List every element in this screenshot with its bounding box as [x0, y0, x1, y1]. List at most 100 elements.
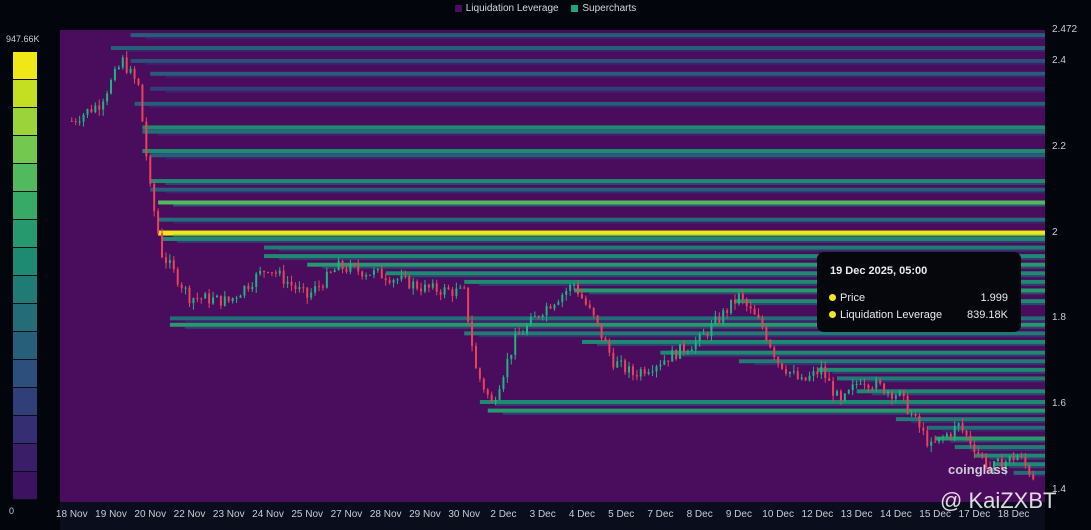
- x-tick-label: 29 Nov: [409, 509, 441, 520]
- candle-body: [537, 316, 540, 318]
- candle-body: [90, 109, 93, 113]
- candle-body: [78, 121, 81, 123]
- tooltip-row-leverage: Liquidation Leverage 839.18K: [829, 309, 1008, 321]
- heatmap-band: [675, 354, 1045, 357]
- candle-body: [306, 287, 309, 298]
- candle-body: [278, 270, 281, 274]
- candle-body: [879, 380, 882, 384]
- heatmap-band: [1008, 466, 1045, 469]
- candle-body: [125, 57, 128, 73]
- candle-body: [608, 341, 611, 353]
- candle-body: [1016, 455, 1019, 461]
- candle-body: [153, 183, 156, 212]
- candle-body: [973, 444, 976, 453]
- candle-body: [996, 458, 999, 462]
- candle-body: [592, 307, 595, 316]
- candle-body: [451, 289, 454, 296]
- heatmap-band: [158, 217, 1046, 222]
- candle-body: [577, 284, 580, 295]
- candle-body: [620, 360, 623, 362]
- candle-body: [423, 284, 426, 292]
- candle-body: [580, 294, 583, 299]
- x-tick-label: 20 Nov: [134, 509, 167, 520]
- heatmap-band: [150, 71, 1045, 76]
- candle-body: [965, 430, 968, 436]
- candle-body: [110, 80, 113, 94]
- heatmap-band: [753, 363, 1045, 366]
- candle-body: [404, 275, 407, 277]
- tooltip-label: Liquidation Leverage: [840, 309, 943, 321]
- heatmap-band: [145, 37, 1045, 40]
- candle-body: [710, 323, 713, 336]
- y-tick-label: 2.4: [1052, 54, 1066, 66]
- candle-body: [94, 105, 97, 113]
- tooltip-label: Price: [840, 292, 866, 304]
- candle-body: [847, 390, 850, 394]
- candle-body: [435, 283, 438, 292]
- candle-body: [274, 272, 277, 274]
- candle-body: [1020, 455, 1023, 458]
- candle-body: [718, 316, 721, 323]
- candle-body: [443, 287, 446, 295]
- heatmap-band: [157, 133, 1046, 136]
- candle-body: [726, 310, 729, 313]
- candle-body: [549, 306, 552, 309]
- candle-body: [565, 290, 568, 295]
- candle-body: [129, 68, 132, 73]
- candle-body: [239, 295, 242, 298]
- candle-body: [263, 270, 266, 273]
- candle-body: [137, 78, 140, 85]
- heatmap-band: [150, 86, 1045, 91]
- heatmap-band: [817, 367, 1045, 372]
- candle-body: [192, 298, 195, 304]
- candle-body: [121, 57, 124, 68]
- candle-body: [757, 314, 760, 319]
- candle-body: [478, 368, 481, 379]
- candle-body: [204, 293, 207, 299]
- candle-body: [416, 281, 419, 289]
- candle-body: [859, 383, 862, 385]
- candle-body: [255, 274, 258, 287]
- heatmap-band: [581, 339, 1045, 344]
- candle-body: [106, 93, 109, 102]
- candle-body: [337, 260, 340, 271]
- candle-body: [557, 301, 560, 305]
- candle-body: [522, 333, 525, 335]
- candle-body: [624, 360, 627, 373]
- candle-body: [977, 452, 980, 454]
- candle-body: [667, 360, 670, 362]
- candle-body: [816, 371, 819, 375]
- candle-body: [777, 356, 780, 364]
- heatmap-band: [837, 376, 1045, 381]
- candle-body: [934, 441, 937, 443]
- candle-body: [98, 105, 101, 110]
- heatmap-band: [927, 425, 1045, 430]
- candle-body: [922, 427, 925, 431]
- candle-body: [490, 394, 493, 403]
- candle-body: [1032, 474, 1035, 480]
- candle-body: [741, 293, 744, 300]
- candle-body: [282, 270, 285, 284]
- heatmap-band: [738, 359, 1045, 364]
- candle-body: [184, 287, 187, 289]
- candle-body: [200, 298, 203, 300]
- candle-body: [855, 383, 858, 385]
- candle-body: [887, 391, 890, 394]
- candle-body: [196, 298, 199, 300]
- candle-body: [820, 366, 823, 375]
- candle-body: [828, 378, 831, 381]
- heatmap-band: [1028, 474, 1045, 477]
- candle-body: [722, 310, 725, 323]
- candle-body: [773, 347, 776, 357]
- heatmap-band: [150, 153, 1045, 158]
- tooltip: 19 Dec 2025, 05:00 Price 1.999 Liquidatio…: [817, 252, 1021, 332]
- candle-body: [467, 287, 470, 322]
- candle-body: [133, 68, 136, 79]
- heatmap-band: [150, 179, 1045, 184]
- candle-body: [427, 284, 430, 288]
- x-tick-label: 14 Dec: [880, 509, 912, 520]
- candle-body: [808, 375, 811, 381]
- heatmap-band: [173, 234, 1046, 237]
- heatmap-band: [895, 417, 1045, 422]
- candle-body: [514, 333, 517, 355]
